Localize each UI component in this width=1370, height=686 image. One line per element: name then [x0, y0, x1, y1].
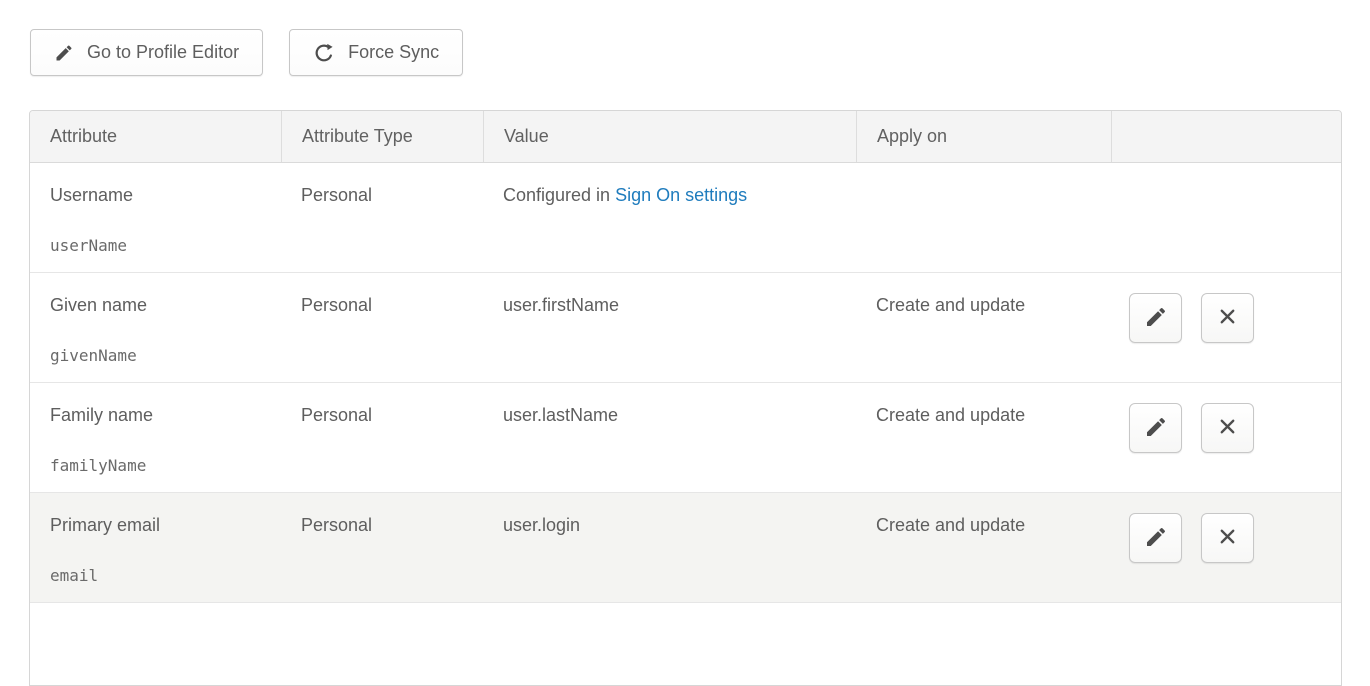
- edit-mapping-button[interactable]: [1129, 403, 1182, 453]
- table-row-given-name: Given name givenName Personal user.first…: [30, 273, 1341, 383]
- pencil-icon: [1144, 415, 1168, 442]
- value-cell: Configured in Sign On settings: [483, 163, 856, 272]
- attribute-variable-name: userName: [50, 234, 267, 258]
- attribute-type-cell: Personal: [281, 163, 483, 272]
- attribute-variable-name: givenName: [50, 344, 267, 368]
- sign-on-settings-link[interactable]: Sign On settings: [615, 185, 747, 205]
- column-header-apply-on: Apply on: [856, 111, 1111, 162]
- attribute-label: Given name: [50, 293, 267, 317]
- close-icon: [1216, 415, 1239, 441]
- toolbar: Go to Profile Editor Force Sync: [30, 29, 463, 76]
- actions-cell: [1111, 273, 1341, 382]
- close-icon: [1216, 525, 1239, 551]
- attribute-mappings-table: Attribute Attribute Type Value Apply on …: [29, 110, 1342, 686]
- actions-cell: [1111, 163, 1341, 272]
- attribute-type-cell: Personal: [281, 383, 483, 492]
- value-cell: user.login: [483, 493, 856, 602]
- actions-cell: [1111, 493, 1341, 602]
- table-row-family-name: Family name familyName Personal user.las…: [30, 383, 1341, 493]
- pencil-icon: [54, 43, 74, 63]
- delete-mapping-button[interactable]: [1201, 403, 1254, 453]
- attribute-cell: Username userName: [30, 163, 281, 272]
- value-cell: user.lastName: [483, 383, 856, 492]
- table-row-username: Username userName Personal Configured in…: [30, 163, 1341, 273]
- apply-on-cell: [856, 163, 1111, 272]
- delete-mapping-button[interactable]: [1201, 513, 1254, 563]
- value-text: Configured in: [503, 185, 615, 205]
- column-header-actions: [1111, 111, 1341, 162]
- go-to-profile-editor-label: Go to Profile Editor: [87, 42, 239, 63]
- force-sync-button[interactable]: Force Sync: [289, 29, 463, 76]
- attribute-variable-name: familyName: [50, 454, 267, 478]
- attribute-type-cell: Personal: [281, 493, 483, 602]
- table-row-primary-email: Primary email email Personal user.login …: [30, 493, 1341, 603]
- attribute-cell: Primary email email: [30, 493, 281, 602]
- actions-cell: [1111, 383, 1341, 492]
- refresh-icon: [313, 42, 335, 64]
- edit-mapping-button[interactable]: [1129, 513, 1182, 563]
- force-sync-label: Force Sync: [348, 42, 439, 63]
- attribute-label: Primary email: [50, 513, 267, 537]
- edit-mapping-button[interactable]: [1129, 293, 1182, 343]
- delete-mapping-button[interactable]: [1201, 293, 1254, 343]
- pencil-icon: [1144, 525, 1168, 552]
- attribute-cell: Family name familyName: [30, 383, 281, 492]
- attribute-label: Username: [50, 183, 267, 207]
- column-header-attribute: Attribute: [30, 111, 281, 162]
- column-header-attribute-type: Attribute Type: [281, 111, 483, 162]
- close-icon: [1216, 305, 1239, 331]
- apply-on-cell: Create and update: [856, 383, 1111, 492]
- attribute-cell: Given name givenName: [30, 273, 281, 382]
- table-row-partial: [30, 603, 1341, 685]
- column-header-value: Value: [483, 111, 856, 162]
- attribute-type-cell: Personal: [281, 273, 483, 382]
- go-to-profile-editor-button[interactable]: Go to Profile Editor: [30, 29, 263, 76]
- attribute-variable-name: email: [50, 564, 267, 588]
- apply-on-cell: Create and update: [856, 273, 1111, 382]
- table-header-row: Attribute Attribute Type Value Apply on: [30, 111, 1341, 163]
- apply-on-cell: Create and update: [856, 493, 1111, 602]
- pencil-icon: [1144, 305, 1168, 332]
- attribute-label: Family name: [50, 403, 267, 427]
- value-cell: user.firstName: [483, 273, 856, 382]
